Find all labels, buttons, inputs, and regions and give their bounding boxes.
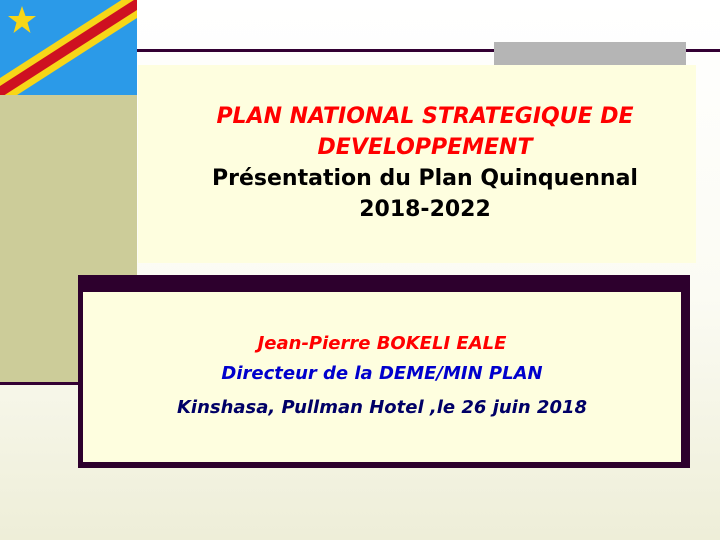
decorative-grey-block [494, 42, 686, 66]
subtitle-line-1: Présentation du Plan Quinquennal [212, 166, 638, 191]
presenter-frame: Jean-Pierre BOKELI EALE Directeur de la … [78, 275, 690, 468]
subtitle-line-2: 2018-2022 [359, 197, 491, 222]
presentation-place-date: Kinshasa, Pullman Hotel ,le 26 juin 2018 [176, 397, 588, 418]
title-line-2: DEVELOPPEMENT [317, 135, 533, 160]
presenter-role: Directeur de la DEME/MIN PLAN [221, 363, 543, 384]
title-line-1: PLAN NATIONAL STRATEGIQUE DE [216, 104, 634, 129]
drc-flag-icon [0, 0, 137, 95]
presenter-name: Jean-Pierre BOKELI EALE [257, 333, 507, 354]
left-panel-rule [0, 382, 80, 385]
presenter-box: Jean-Pierre BOKELI EALE Directeur de la … [83, 292, 681, 462]
title-box: PLAN NATIONAL STRATEGIQUE DE DEVELOPPEME… [138, 65, 696, 263]
